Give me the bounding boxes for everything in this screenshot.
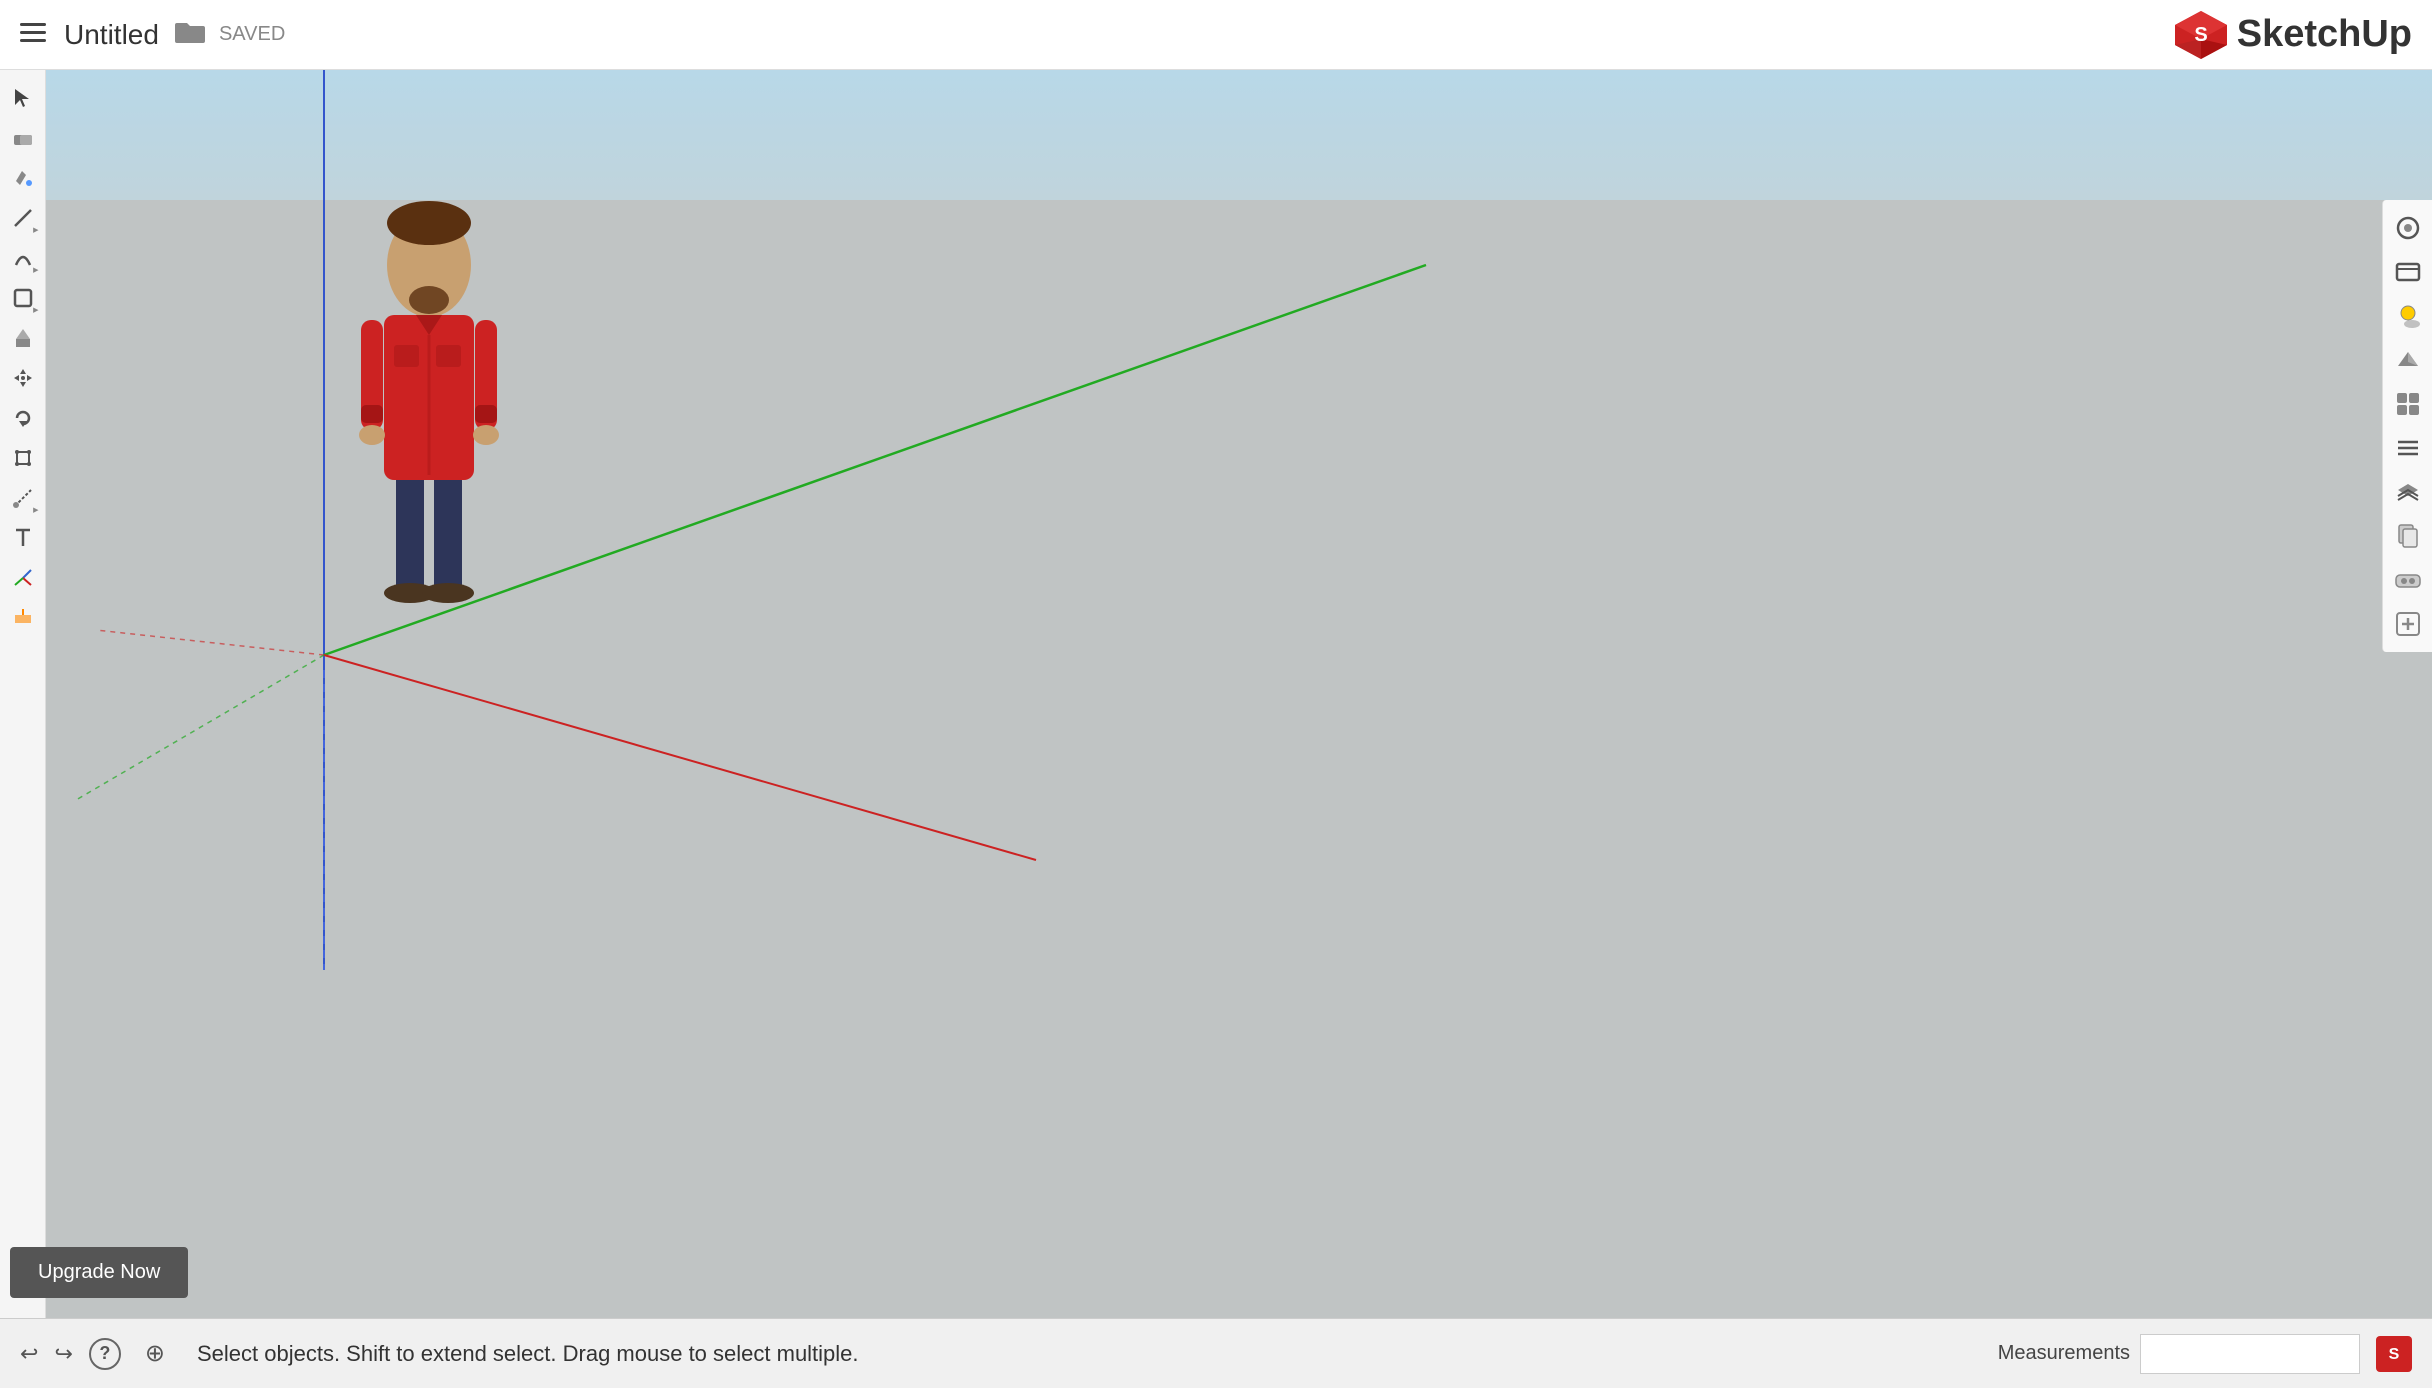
line-tool[interactable] — [5, 200, 41, 236]
shape-tool[interactable] — [5, 280, 41, 316]
location-button[interactable]: ⊕ — [145, 1339, 165, 1368]
paint-bucket-tool[interactable] — [5, 160, 41, 196]
select-tool[interactable] — [5, 80, 41, 116]
right-toolbar — [2382, 200, 2432, 652]
redo-button[interactable]: ↪ — [54, 1341, 72, 1367]
viewport-canvas[interactable] — [46, 70, 2432, 1318]
status-bar-text: Select objects. Shift to extend select. … — [197, 1341, 1998, 1367]
undo-button[interactable]: ↩ — [20, 1341, 38, 1367]
svg-text:S: S — [2389, 1346, 2400, 1363]
measurements-input[interactable] — [2140, 1334, 2360, 1374]
left-toolbar — [0, 70, 46, 1318]
sky-area — [46, 70, 2432, 200]
save-status: SAVED — [219, 23, 285, 46]
3dwarehouse-button[interactable] — [2388, 340, 2428, 380]
pages-panel-button[interactable] — [2388, 516, 2428, 556]
help-button[interactable]: ? — [89, 1338, 121, 1370]
scenes-panel-button[interactable] — [2388, 252, 2428, 292]
extension-manager-button[interactable] — [2388, 604, 2428, 644]
components-panel-button[interactable] — [2388, 384, 2428, 424]
ground-plane — [46, 200, 2432, 1318]
move-tool[interactable] — [5, 360, 41, 396]
sketchup-logo: S SketchUp — [2173, 9, 2412, 61]
folder-icon[interactable] — [175, 19, 205, 51]
document-title: Untitled — [64, 19, 159, 51]
logo-text: SketchUp — [2237, 13, 2412, 56]
vr-button[interactable] — [2388, 560, 2428, 600]
outliner-panel-button[interactable] — [2388, 428, 2428, 468]
scale-tool[interactable] — [5, 440, 41, 476]
text-tool[interactable] — [5, 520, 41, 556]
styles-panel-button[interactable] — [2388, 208, 2428, 248]
svg-text:S: S — [2194, 24, 2207, 46]
arc-tool[interactable] — [5, 240, 41, 276]
menu-icon[interactable] — [20, 19, 46, 51]
header: Untitled SAVED S SketchUp — [0, 0, 2432, 70]
eraser-tool[interactable] — [5, 120, 41, 156]
push-pull-tool[interactable] — [5, 320, 41, 356]
tape-measure-tool[interactable] — [5, 480, 41, 516]
layers-panel-button[interactable] — [2388, 472, 2428, 512]
shadows-panel-button[interactable] — [2388, 296, 2428, 336]
axes-tool[interactable] — [5, 560, 41, 596]
bottom-bar: ↩ ↪ ? ⊕ Select objects. Shift to extend … — [0, 1318, 2432, 1388]
measurements-label: Measurements — [1998, 1342, 2130, 1365]
section-plane-tool[interactable] — [5, 600, 41, 636]
rotate-tool[interactable] — [5, 400, 41, 436]
upgrade-now-button[interactable]: Upgrade Now — [10, 1247, 188, 1298]
sketchup-badge-icon: S — [2376, 1336, 2412, 1372]
sketchup-logo-icon: S — [2173, 9, 2229, 61]
